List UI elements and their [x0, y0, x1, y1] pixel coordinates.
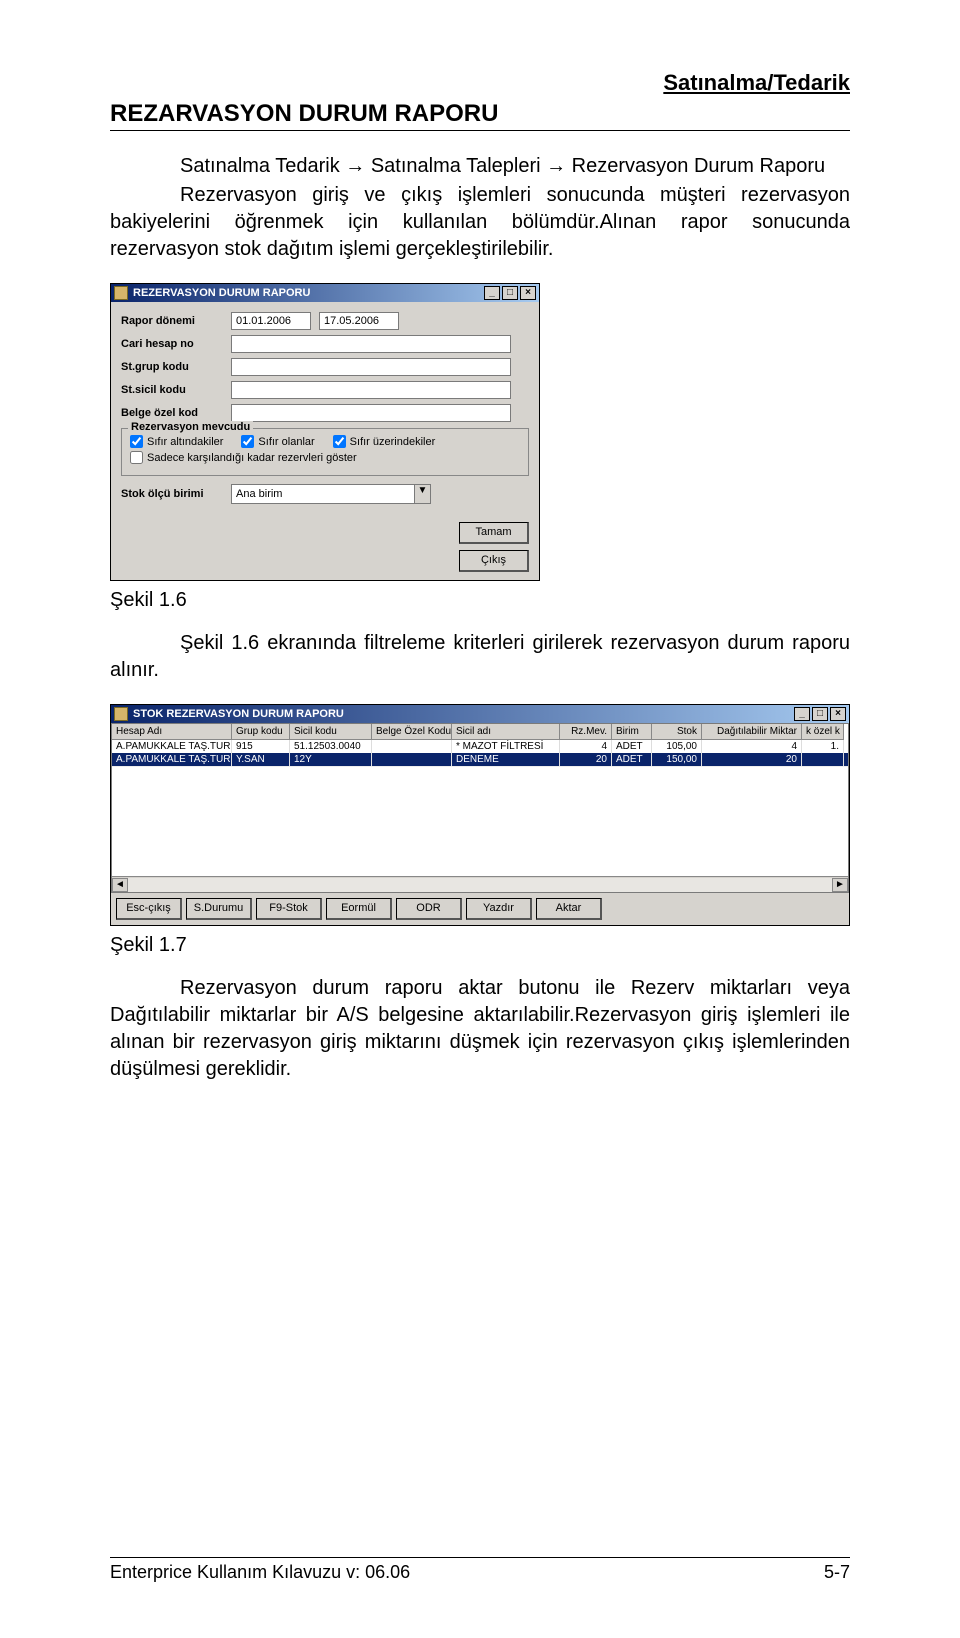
chk-below-zero-label: Sıfır altındakiler: [147, 436, 223, 448]
app-icon: [114, 707, 128, 721]
col-stock-code[interactable]: Sicil kodu: [290, 724, 372, 740]
dialog2-titlebar[interactable]: STOK REZERVASYON DURUM RAPORU _ □ ×: [111, 705, 849, 723]
col-group-code[interactable]: Grup kodu: [232, 724, 290, 740]
header-category: Satınalma/Tedarik: [110, 70, 850, 96]
intro-paragraph: Rezervasyon giriş ve çıkış işlemleri son…: [110, 182, 850, 263]
date-from-input[interactable]: [231, 312, 311, 330]
print-button[interactable]: Yazdır: [466, 898, 532, 920]
figure-caption-2: Şekil 1.7: [110, 934, 850, 957]
col-kozel[interactable]: k özel k: [802, 724, 844, 740]
col-stock-name[interactable]: Sicil adı: [452, 724, 560, 740]
stock-reservation-report-dialog: STOK REZERVASYON DURUM RAPORU _ □ × Hesa…: [110, 704, 850, 926]
table-row[interactable]: A.PAMUKKALE TAŞ.TUR. 915 51.12503.0040 *…: [112, 740, 848, 753]
status-button[interactable]: S.Durumu: [186, 898, 252, 920]
figure-caption-1: Şekil 1.6: [110, 589, 850, 612]
page-footer: Enterprice Kullanım Kılavuzu v: 06.06 5-…: [110, 1557, 850, 1583]
chk-zero-label: Sıfır olanlar: [258, 436, 314, 448]
horizontal-scrollbar[interactable]: ◄ ►: [112, 876, 848, 892]
chevron-down-icon[interactable]: ▼: [414, 485, 430, 503]
fieldset-legend: Rezervasyon mevcudu: [128, 421, 253, 433]
col-account-name[interactable]: Hesap Adı: [112, 724, 232, 740]
close-icon[interactable]: ×: [520, 286, 536, 300]
footer-page-number: 5-7: [824, 1562, 850, 1583]
col-stock[interactable]: Stok: [652, 724, 702, 740]
minimize-icon[interactable]: _: [794, 707, 810, 721]
col-doc-code[interactable]: Belge Özel Kodu: [372, 724, 452, 740]
minimize-icon[interactable]: _: [484, 286, 500, 300]
col-unit[interactable]: Birim: [612, 724, 652, 740]
paragraph-export: Rezervasyon durum raporu aktar butonu il…: [110, 975, 850, 1083]
report-button-bar: Esc-çıkış S.Durumu F9-Stok Eormül ODR Ya…: [111, 893, 849, 925]
label-report-period: Rapor dönemi: [121, 315, 231, 327]
table-row[interactable]: A.PAMUKKALE TAŞ.TUR. Y.SAN 12Y DENEME 20…: [112, 753, 848, 766]
col-distributable[interactable]: Dağıtılabilir Miktar: [702, 724, 802, 740]
grid-header: Hesap Adı Grup kodu Sicil kodu Belge Öze…: [112, 724, 848, 740]
breadcrumb-text: Satınalma Tedarik → Satınalma Talepleri …: [110, 153, 850, 180]
chk-zero[interactable]: Sıfır olanlar: [241, 435, 314, 448]
chk-above-zero-label: Sıfır üzerindekiler: [350, 436, 436, 448]
esc-exit-button[interactable]: Esc-çıkış: [116, 898, 182, 920]
stock-unit-value: Ana birim: [232, 488, 414, 500]
stock-code-input[interactable]: [231, 381, 511, 399]
scroll-right-icon[interactable]: ►: [832, 878, 848, 892]
reservation-balance-fieldset: Rezervasyon mevcudu Sıfır altındakiler S…: [121, 428, 529, 476]
dialog-title: REZERVASYON DURUM RAPORU: [133, 287, 310, 299]
col-rzmev[interactable]: Rz.Mev.: [560, 724, 612, 740]
reservation-report-dialog: REZERVASYON DURUM RAPORU _ □ × Rapor dön…: [110, 283, 540, 581]
label-group-code: St.grup kodu: [121, 361, 231, 373]
dialog-titlebar[interactable]: REZERVASYON DURUM RAPORU _ □ ×: [111, 284, 539, 302]
report-grid: Hesap Adı Grup kodu Sicil kodu Belge Öze…: [111, 723, 849, 893]
group-code-input[interactable]: [231, 358, 511, 376]
close-icon[interactable]: ×: [830, 707, 846, 721]
ok-button[interactable]: Tamam: [459, 522, 529, 544]
chk-above-zero[interactable]: Sıfır üzerindekiler: [333, 435, 436, 448]
grid-blank-area: [112, 766, 848, 876]
footer-left: Enterprice Kullanım Kılavuzu v: 06.06: [110, 1562, 410, 1583]
label-doc-code: Belge özel kod: [121, 407, 231, 419]
f9-stock-button[interactable]: F9-Stok: [256, 898, 322, 920]
account-no-input[interactable]: [231, 335, 511, 353]
chk-only-matched-label: Sadece karşılandığı kadar rezervleri gös…: [147, 452, 357, 464]
stock-unit-combo[interactable]: Ana birim ▼: [231, 484, 431, 504]
app-icon: [114, 286, 128, 300]
odr-button[interactable]: ODR: [396, 898, 462, 920]
paragraph-filter: Şekil 1.6 ekranında filtreleme kriterler…: [110, 630, 850, 684]
dialog2-title: STOK REZERVASYON DURUM RAPORU: [133, 708, 344, 720]
exit-button[interactable]: Çıkış: [459, 550, 529, 572]
page-title: REZARVASYON DURUM RAPORU: [110, 100, 850, 131]
maximize-icon[interactable]: □: [812, 707, 828, 721]
label-account-no: Cari hesap no: [121, 338, 231, 350]
export-button[interactable]: Aktar: [536, 898, 602, 920]
label-stock-unit: Stok ölçü birimi: [121, 488, 231, 500]
chk-below-zero[interactable]: Sıfır altındakiler: [130, 435, 223, 448]
maximize-icon[interactable]: □: [502, 286, 518, 300]
label-stock-code: St.sicil kodu: [121, 384, 231, 396]
chk-only-matched[interactable]: Sadece karşılandığı kadar rezervleri gös…: [130, 451, 357, 464]
doc-code-input[interactable]: [231, 404, 511, 422]
date-to-input[interactable]: [319, 312, 399, 330]
formula-button[interactable]: Eormül: [326, 898, 392, 920]
scroll-track[interactable]: [128, 878, 832, 892]
scroll-left-icon[interactable]: ◄: [112, 878, 128, 892]
